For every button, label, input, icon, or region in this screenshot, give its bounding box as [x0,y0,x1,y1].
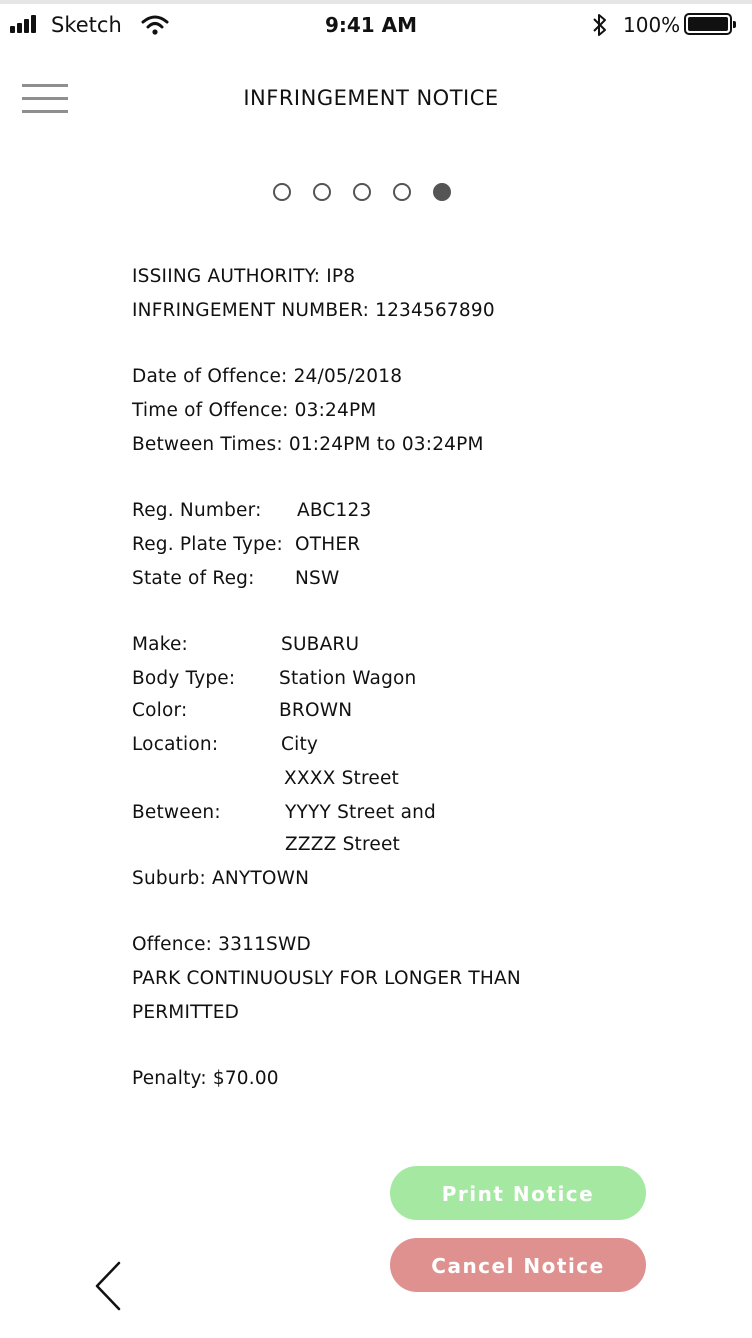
page-dot-5-active[interactable] [433,183,451,201]
battery-icon [684,13,736,35]
page-dot-4[interactable] [393,183,411,201]
make-value: SUBARU [281,634,360,655]
offence-code: Offence: 3311SWD [132,934,311,955]
time-of-offence: Time of Offence: 03:24PM [132,400,377,421]
page-dot-1[interactable] [273,183,291,201]
status-bar: Sketch 9:41 AM 100% [0,4,752,48]
reg-plate-type-label: Reg. Plate Type: [132,534,283,555]
page-title: INFRINGEMENT NOTICE [243,86,499,110]
suburb: Suburb: ANYTOWN [132,868,310,889]
issuing-authority: ISSIING AUTHORITY: IP8 [132,266,356,287]
location-value-1: City [281,734,319,755]
between-value-1: YYYY Street and [285,802,436,823]
penalty: Penalty: $70.00 [132,1068,279,1089]
color-value: BROWN [279,700,353,721]
reg-number-value: ABC123 [297,500,372,521]
location-value-2: XXXX Street [284,768,399,789]
reg-plate-type-value: OTHER [295,534,361,555]
make-label: Make: [132,634,188,655]
between-value-2: ZZZZ Street [285,834,400,855]
between-label: Between: [132,802,221,823]
cancel-notice-button[interactable]: Cancel Notice [390,1238,646,1292]
state-value: NSW [295,568,340,589]
color-label: Color: [132,700,188,721]
bluetooth-icon [593,14,606,36]
body-type-value: Station Wagon [279,668,417,689]
offence-description-2: PERMITTED [132,1002,240,1023]
location-label: Location: [132,734,219,755]
page-indicator [273,183,451,201]
infringement-number: INFRINGEMENT NUMBER: 1234567890 [132,300,495,321]
reg-number-label: Reg. Number: [132,500,262,521]
between-times: Between Times: 01:24PM to 03:24PM [132,434,484,455]
chevron-left-icon[interactable] [92,1260,126,1312]
body-type-label: Body Type: [132,668,236,689]
date-of-offence: Date of Offence: 24/05/2018 [132,366,403,387]
page-dot-2[interactable] [313,183,331,201]
state-label: State of Reg: [132,568,255,589]
battery-percentage: 100% [623,13,681,37]
print-notice-button[interactable]: Print Notice [390,1166,646,1220]
page-dot-3[interactable] [353,183,371,201]
offence-description-1: PARK CONTINUOUSLY FOR LONGER THAN [132,968,521,989]
